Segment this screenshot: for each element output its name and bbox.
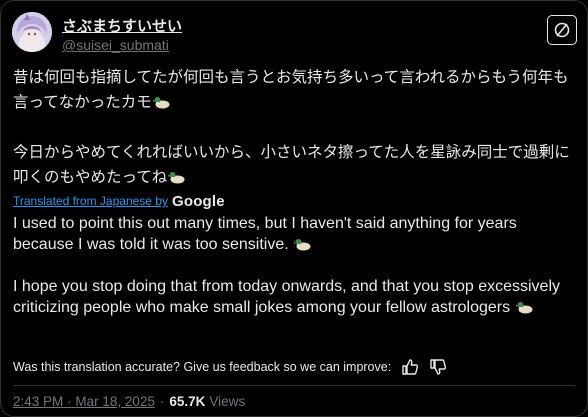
thumbs-down-icon[interactable] [429,358,447,376]
translated-paragraph: I hope you stop doing that from today on… [13,276,575,318]
original-paragraph: 昔は何回も指摘してたが何回も言うとお気持ち多いって言われるからもう何年も言ってな… [13,65,575,115]
thumbs-up-icon[interactable] [401,358,419,376]
feedback-prompt: Was this translation accurate? Give us f… [13,360,392,374]
translated-paragraph-text: I hope you stop doing that from today on… [13,278,560,316]
post-meta: 2:43 PM · Mar 18, 2025 · 65.7K Views [13,394,245,409]
google-brand: Google [171,192,225,210]
translated-from-link[interactable]: Translated from Japanese by [13,194,168,208]
avatar[interactable] [12,12,52,52]
x-logo-glyph-icon [554,22,570,38]
translation-attribution: Translated from Japanese by Google [13,192,225,210]
original-paragraph: 今日からやめてくれればいいから、小さいネタ擦ってた人を星詠み同士で過剰に叩くのも… [13,140,575,190]
duck-emoji-icon [514,299,533,314]
translated-text: I used to point this out many times, but… [13,213,575,318]
translated-paragraph-text: I used to point this out many times, but… [13,215,517,253]
duck-emoji-icon [167,167,185,184]
post-timestamp[interactable]: 2:43 PM · Mar 18, 2025 [13,394,155,409]
translation-feedback: Was this translation accurate? Give us f… [13,358,447,376]
author-display-name[interactable]: さぶまちすいせい [62,15,182,36]
original-paragraph-text: 昔は何回も指摘してたが何回も言うとお気持ち多いって言われるからもう何年も言ってな… [13,68,569,111]
duck-emoji-icon [151,92,170,109]
meta-divider [13,385,575,386]
x-logo-icon[interactable] [547,15,577,45]
original-paragraph-text: 今日からやめてくれればいいから、小さいネタ擦ってた人を星詠み同士で過剰に叩くのも… [13,143,570,186]
view-count: 65.7K [169,394,206,409]
duck-emoji-icon [293,236,311,251]
views-label: Views [209,394,246,409]
post-date: Mar 18, 2025 [75,394,155,409]
post-header: さぶまちすいせい @suisei_submati [12,11,577,59]
post-time-separator: · [67,394,72,409]
meta-separator: · [159,394,165,409]
post-time: 2:43 PM [13,394,64,409]
translated-paragraph: I used to point this out many times, but… [13,213,575,255]
avatar-illustration-icon [12,12,52,52]
author-handle[interactable]: @suisei_submati [62,37,169,53]
original-text: 昔は何回も指摘してたが何回も言うとお気持ち多いって言われるからもう何年も言ってな… [13,65,575,190]
post-card: さぶまちすいせい @suisei_submati 昔は何回も指摘してたが何回も言… [0,0,588,417]
